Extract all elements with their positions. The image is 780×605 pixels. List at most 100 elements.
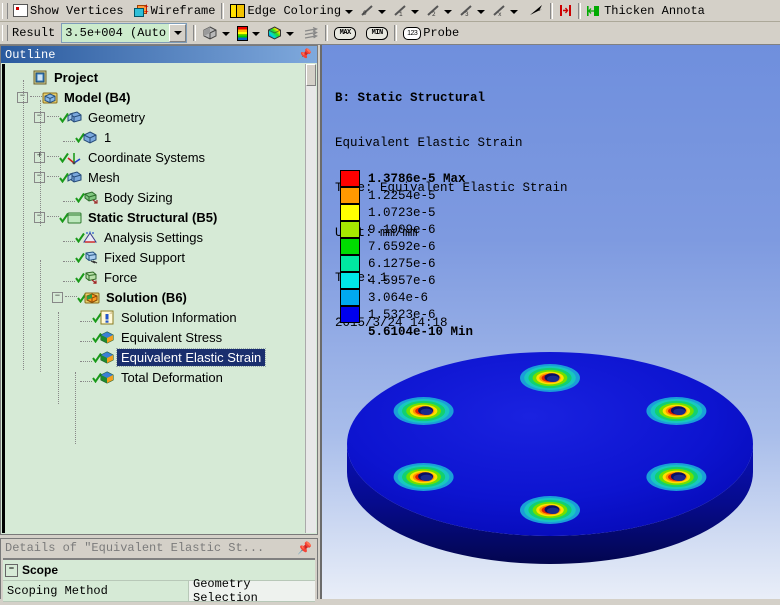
tree-connector [47,176,59,178]
tree-item-label: Force [100,270,137,285]
collapse-icon[interactable]: − [5,564,18,577]
details-panel: Details of "Equivalent Elastic St... 📌 −… [0,538,318,599]
wireframe-button[interactable]: ++ Wireframe [132,1,218,20]
collapse-icon[interactable]: − [52,292,63,303]
toolbar-grip[interactable] [2,3,8,19]
bolted-flange-disc-model[interactable] [322,45,780,599]
details-property-value[interactable]: Geometry Selection [189,581,315,601]
details-title: Details of "Equivalent Elastic St... [5,541,264,555]
toolbar-grip[interactable] [2,25,8,41]
tree-item-body-sizing[interactable]: Body Sizing [5,187,306,207]
chevron-down-icon[interactable] [378,10,386,14]
chevron-down-icon[interactable] [477,10,485,14]
tree-connector [65,296,77,298]
chevron-down-icon[interactable] [286,32,294,36]
tree-item-model-b4[interactable]: −Model (B4) [5,87,306,107]
thicken-lines-button[interactable] [557,1,574,20]
geometry-display-button[interactable] [200,24,235,43]
tree-item-fixed-support[interactable]: Fixed Support [5,247,306,267]
tree-item-geometry[interactable]: −Geometry [5,107,306,127]
tree-item-static-structural-b5[interactable]: −Static Structural (B5) [5,207,306,227]
thicken-annotations-button[interactable]: Thicken Annota [585,1,707,20]
bolt-hole[interactable] [646,463,706,491]
edge-slash-x-icon: x [492,4,506,17]
chevron-down-icon[interactable] [345,10,353,14]
bolt-hole[interactable] [394,463,454,491]
bolt-hole[interactable] [394,397,454,425]
tree-item-equivalent-elastic-strain[interactable]: Equivalent Elastic Strain [5,347,306,367]
capped-iso-surface-button[interactable] [265,24,299,43]
details-title-bar: Details of "Equivalent Elastic St... 📌 [1,539,317,557]
chevron-down-icon[interactable] [252,32,260,36]
edge-style-3-button[interactable]: 3 [457,1,490,20]
solution-icon [84,290,101,305]
bolt-hole[interactable] [646,397,706,425]
result-icon [99,350,116,365]
edge-style-0-button[interactable]: 0 [358,1,391,20]
outline-scrollbar[interactable] [305,64,316,533]
vector-display-button[interactable] [302,24,321,43]
tree-item-label: Body Sizing [100,190,173,205]
result-icon [99,370,116,385]
vertices-icon [13,4,28,17]
tree-connector-line [40,100,41,226]
outline-scrollbar-thumb[interactable] [306,64,316,86]
outline-title-bar: Outline 📌 [1,46,317,63]
outline-tree-body[interactable]: Project−Model (B4)−Geometry1+Coordinate … [3,64,306,533]
edge-style-1-button[interactable]: 1 [391,1,424,20]
edge-coloring-button[interactable]: Edge Coloring [228,1,358,20]
tree-item-solution-b6[interactable]: −Solution (B6) [5,287,306,307]
tree-item-label: Analysis Settings [100,230,203,245]
tree-connector-line [40,260,41,372]
edge-style-x-button[interactable]: x [490,1,523,20]
show-vertices-button[interactable]: Show Vertices [11,1,126,20]
pin-icon[interactable]: 📌 [298,48,312,62]
toolbar-separator [325,25,328,41]
edge-style-2-button[interactable]: 2 [424,1,457,20]
chevron-down-icon[interactable] [510,10,518,14]
tree-item-total-deformation[interactable]: Total Deformation [5,367,306,387]
tree-item-analysis-settings[interactable]: Analysis Settings [5,227,306,247]
force-icon [82,270,99,285]
outline-tree[interactable]: Project−Model (B4)−Geometry1+Coordinate … [2,64,306,533]
tree-connector [52,250,75,265]
project-icon [32,70,49,85]
toolbar-separator [394,25,397,41]
min-annotation-button[interactable]: MIN [364,24,390,43]
tree-connector [69,370,92,385]
tree-connector [47,216,59,218]
tree-item-project[interactable]: Project [5,67,306,87]
chevron-down-icon[interactable] [444,10,452,14]
max-annotation-button[interactable]: MAX [332,24,358,43]
chevron-down-icon[interactable] [169,24,186,42]
tree-item-coordinate-systems[interactable]: +Coordinate Systems [5,147,306,167]
bolt-hole[interactable] [520,364,580,392]
tree-connector [52,230,75,245]
tree-item-label: Project [50,70,98,85]
chevron-down-icon[interactable] [222,32,230,36]
probe-button[interactable]: 123 Probe [401,24,461,43]
tree-item-force[interactable]: Force [5,267,306,287]
tree-item-label: Geometry [84,110,145,125]
pin-icon[interactable]: 📌 [297,541,312,556]
result-scale-combo[interactable]: 3.5e+004 (Auto S [61,23,187,43]
tree-item-solution-information[interactable]: Solution Information [5,307,306,327]
static-structural-icon [66,210,83,225]
tree-item-equivalent-stress[interactable]: Equivalent Stress [5,327,306,347]
graphics-viewport[interactable]: B: Static Structural Equivalent Elastic … [320,45,780,599]
tree-item-1[interactable]: 1 [5,127,306,147]
wireframe-icon: ++ [134,4,149,17]
tree-item-mesh[interactable]: −Mesh [5,167,306,187]
toolbar-separator [578,3,581,19]
chevron-down-icon[interactable] [411,10,419,14]
svg-text:1: 1 [399,11,403,17]
solution-information-icon [99,310,116,325]
svg-text:3: 3 [465,11,469,17]
bolt-hole[interactable] [520,496,580,524]
contour-legend-button[interactable] [235,24,265,43]
tree-item-label: Equivalent Elastic Strain [117,349,265,366]
tree-item-label: Fixed Support [100,250,185,265]
tree-connector [69,310,92,325]
edge-direction-button[interactable] [527,1,546,20]
tree-connector [52,190,75,205]
